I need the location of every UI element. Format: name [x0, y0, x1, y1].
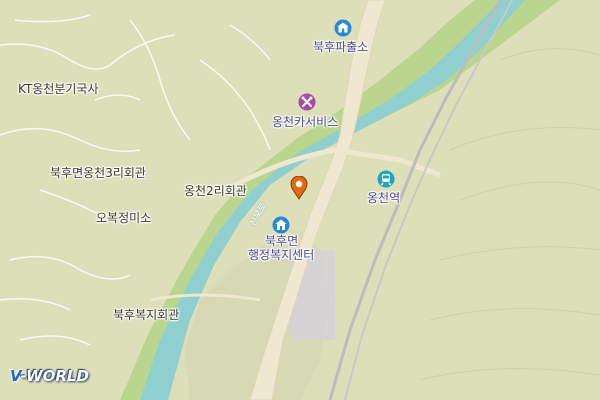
village-hall-2-label: 옹천2리회관 — [184, 184, 247, 198]
location-pin-icon[interactable] — [290, 175, 308, 200]
river-bank — [120, 0, 560, 400]
police-box-label: 북후파출소 — [313, 40, 369, 54]
beauty-salon-label: 오복정미소 — [96, 211, 152, 225]
admin-center-label-line2: 행정복지센터 — [248, 248, 315, 262]
map-canvas[interactable]: 북후파출소 옹천카서비스 KT옹천분기국사 북후면옹천3리회관 옹천2리회관 오… — [0, 0, 600, 400]
village-hall-3-label: 북후면옹천3리회관 — [50, 166, 146, 180]
train-station-icon[interactable] — [377, 170, 395, 188]
police-station-icon[interactable] — [334, 19, 352, 37]
car-repair-icon[interactable] — [298, 93, 316, 111]
welfare-hall-label: 북후복지회관 — [113, 308, 180, 322]
vworld-logo: V-WORLD — [10, 367, 89, 385]
station-label: 옹천역 — [367, 191, 401, 205]
kt-building-label: KT옹천분기국사 — [18, 82, 99, 96]
car-service-label: 옹천카서비스 — [272, 115, 339, 129]
